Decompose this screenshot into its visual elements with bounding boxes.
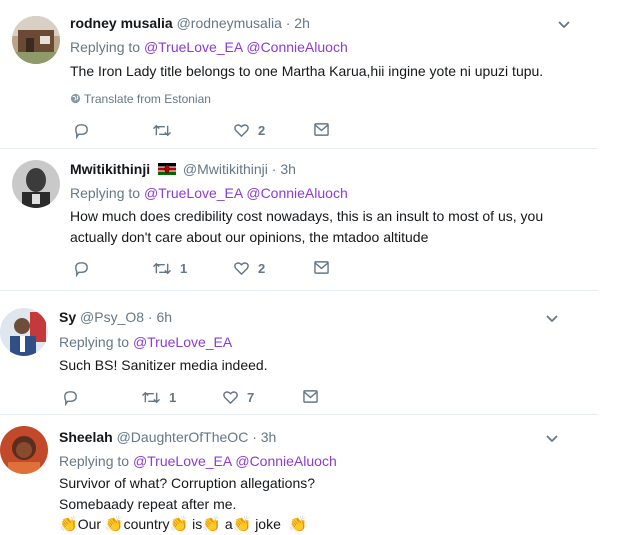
avatar-image (12, 16, 60, 64)
like-count: 2 (258, 123, 266, 138)
replying-to: Replying to @TrueLove_EA @ConnieAluoch (70, 38, 348, 56)
tweet[interactable]: rodney musalia @rodneymusalia · 2h Reply… (0, 0, 598, 149)
tweet-text: Somebaady repeat after me. (59, 496, 237, 512)
avatar[interactable] (0, 308, 48, 356)
avatar-image (0, 426, 48, 474)
display-name[interactable]: Mwitikithinji (70, 161, 150, 177)
avatar-image (0, 308, 48, 356)
tweet-header: Sheelah @DaughterOfTheOC · 3h (59, 428, 276, 446)
timestamp[interactable]: · 2h (286, 15, 310, 31)
retweet-count: 1 (169, 390, 177, 405)
clap-emoji: 👏 (169, 516, 189, 533)
chevron-down-icon[interactable] (545, 434, 559, 444)
tweet-feed: rodney musalia @rodneymusalia · 2h Reply… (0, 0, 618, 534)
tweet-text: Such BS! Sanitizer media indeed. (59, 357, 268, 373)
user-handle[interactable]: @DaughterOfTheOC (117, 429, 249, 445)
tweet-text: How much does credibility cost nowadays,… (70, 208, 544, 224)
timestamp[interactable]: · 3h (272, 161, 296, 177)
direct-message-button[interactable] (313, 260, 330, 275)
user-handle[interactable]: @Psy_O8 (80, 309, 144, 325)
envelope-icon (314, 123, 329, 136)
mention-link[interactable]: @TrueLove_EA (144, 39, 243, 55)
retweet-icon (141, 391, 161, 404)
tweet-text: Survivor of what? Corruption allegations… (59, 475, 316, 491)
retweet-icon (152, 262, 172, 275)
tweet[interactable]: Sheelah @DaughterOfTheOC · 3h Replying t… (0, 414, 598, 534)
chevron-down-icon[interactable] (545, 314, 559, 324)
user-handle[interactable]: @rodneymusalia (177, 15, 282, 31)
mention-link[interactable]: @TrueLove_EA (144, 185, 243, 201)
reply-button[interactable] (73, 122, 90, 139)
chevron-down-icon[interactable] (557, 20, 571, 30)
mention-link[interactable]: @ConnieAluoch (235, 453, 336, 469)
like-button[interactable]: 2 (233, 260, 265, 277)
replying-label: Replying to (59, 334, 130, 350)
like-count: 2 (258, 261, 266, 276)
tweet-header: rodney musalia @rodneymusalia · 2h (70, 14, 310, 32)
replying-label: Replying to (70, 39, 141, 55)
avatar[interactable] (0, 426, 48, 474)
clap-emoji: 👏 (232, 516, 252, 533)
kenya-flag-icon (158, 163, 176, 175)
reply-icon (75, 124, 88, 139)
mention-link[interactable]: @ConnieAluoch (246, 185, 347, 201)
reply-button[interactable] (73, 260, 90, 277)
clap-emoji: 👏 (59, 516, 78, 533)
replying-label: Replying to (70, 185, 141, 201)
tweet-text-claps: 👏Our 👏country👏 is👏 a👏 joke 👏 (59, 514, 307, 535)
tweet-header: Sy @Psy_O8 · 6h (59, 308, 172, 326)
display-name[interactable]: Sheelah (59, 429, 113, 445)
avatar[interactable] (12, 16, 60, 64)
display-name[interactable]: Sy (59, 309, 76, 325)
reply-button[interactable] (62, 389, 79, 406)
tweet-header: Mwitikithinji @Mwitikithinji · 3h (70, 160, 296, 178)
like-button[interactable]: 7 (222, 389, 254, 406)
retweet-count: 1 (180, 261, 188, 276)
replying-to: Replying to @TrueLove_EA (59, 333, 232, 351)
tweet[interactable]: Mwitikithinji @Mwitikithinji · 3h Replyi… (0, 148, 598, 291)
translate-link[interactable]: Translate from Estonian (70, 92, 211, 106)
retweet-button[interactable] (152, 122, 180, 139)
retweet-button[interactable]: 1 (141, 389, 176, 406)
clap-word: a (224, 516, 233, 532)
like-count: 7 (247, 390, 255, 405)
timestamp[interactable]: · 3h (252, 429, 276, 445)
tweet-text: The Iron Lady title belongs to one Marth… (70, 63, 544, 79)
avatar[interactable] (12, 160, 60, 208)
clap-emoji: 👏 (202, 516, 221, 533)
retweet-button[interactable]: 1 (152, 260, 187, 277)
envelope-icon (303, 390, 318, 403)
user-handle[interactable]: @Mwitikithinji (183, 161, 268, 177)
reply-icon (75, 262, 88, 277)
clap-word: country (123, 516, 170, 532)
clap-word: Our (77, 516, 102, 532)
mention-link[interactable]: @TrueLove_EA (133, 334, 232, 350)
clap-emoji: 👏 (288, 516, 308, 533)
replying-to: Replying to @TrueLove_EA @ConnieAluoch (70, 184, 348, 202)
direct-message-button[interactable] (313, 122, 330, 137)
retweet-icon (152, 124, 172, 137)
envelope-icon (314, 261, 329, 274)
avatar-image (12, 160, 60, 208)
globe-icon (70, 93, 81, 104)
reply-icon (64, 391, 77, 406)
like-button[interactable]: 2 (233, 122, 265, 139)
direct-message-button[interactable] (302, 389, 319, 404)
mention-link[interactable]: @TrueLove_EA (133, 453, 232, 469)
translate-label: Translate from Estonian (84, 92, 211, 106)
display-name[interactable]: rodney musalia (70, 15, 173, 31)
heart-icon (234, 124, 249, 138)
heart-icon (223, 391, 238, 405)
tweet-text: actually don't care about our opinions, … (70, 229, 429, 245)
clap-word: is (192, 516, 203, 532)
clap-word: joke (255, 516, 281, 532)
clap-emoji: 👏 (104, 516, 124, 533)
replying-label: Replying to (59, 453, 130, 469)
replying-to: Replying to @TrueLove_EA @ConnieAluoch (59, 452, 337, 470)
tweet[interactable]: Sy @Psy_O8 · 6h Replying to @TrueLove_EA… (0, 290, 598, 415)
mention-link[interactable]: @ConnieAluoch (246, 39, 347, 55)
timestamp[interactable]: · 6h (148, 309, 172, 325)
heart-icon (234, 262, 249, 276)
